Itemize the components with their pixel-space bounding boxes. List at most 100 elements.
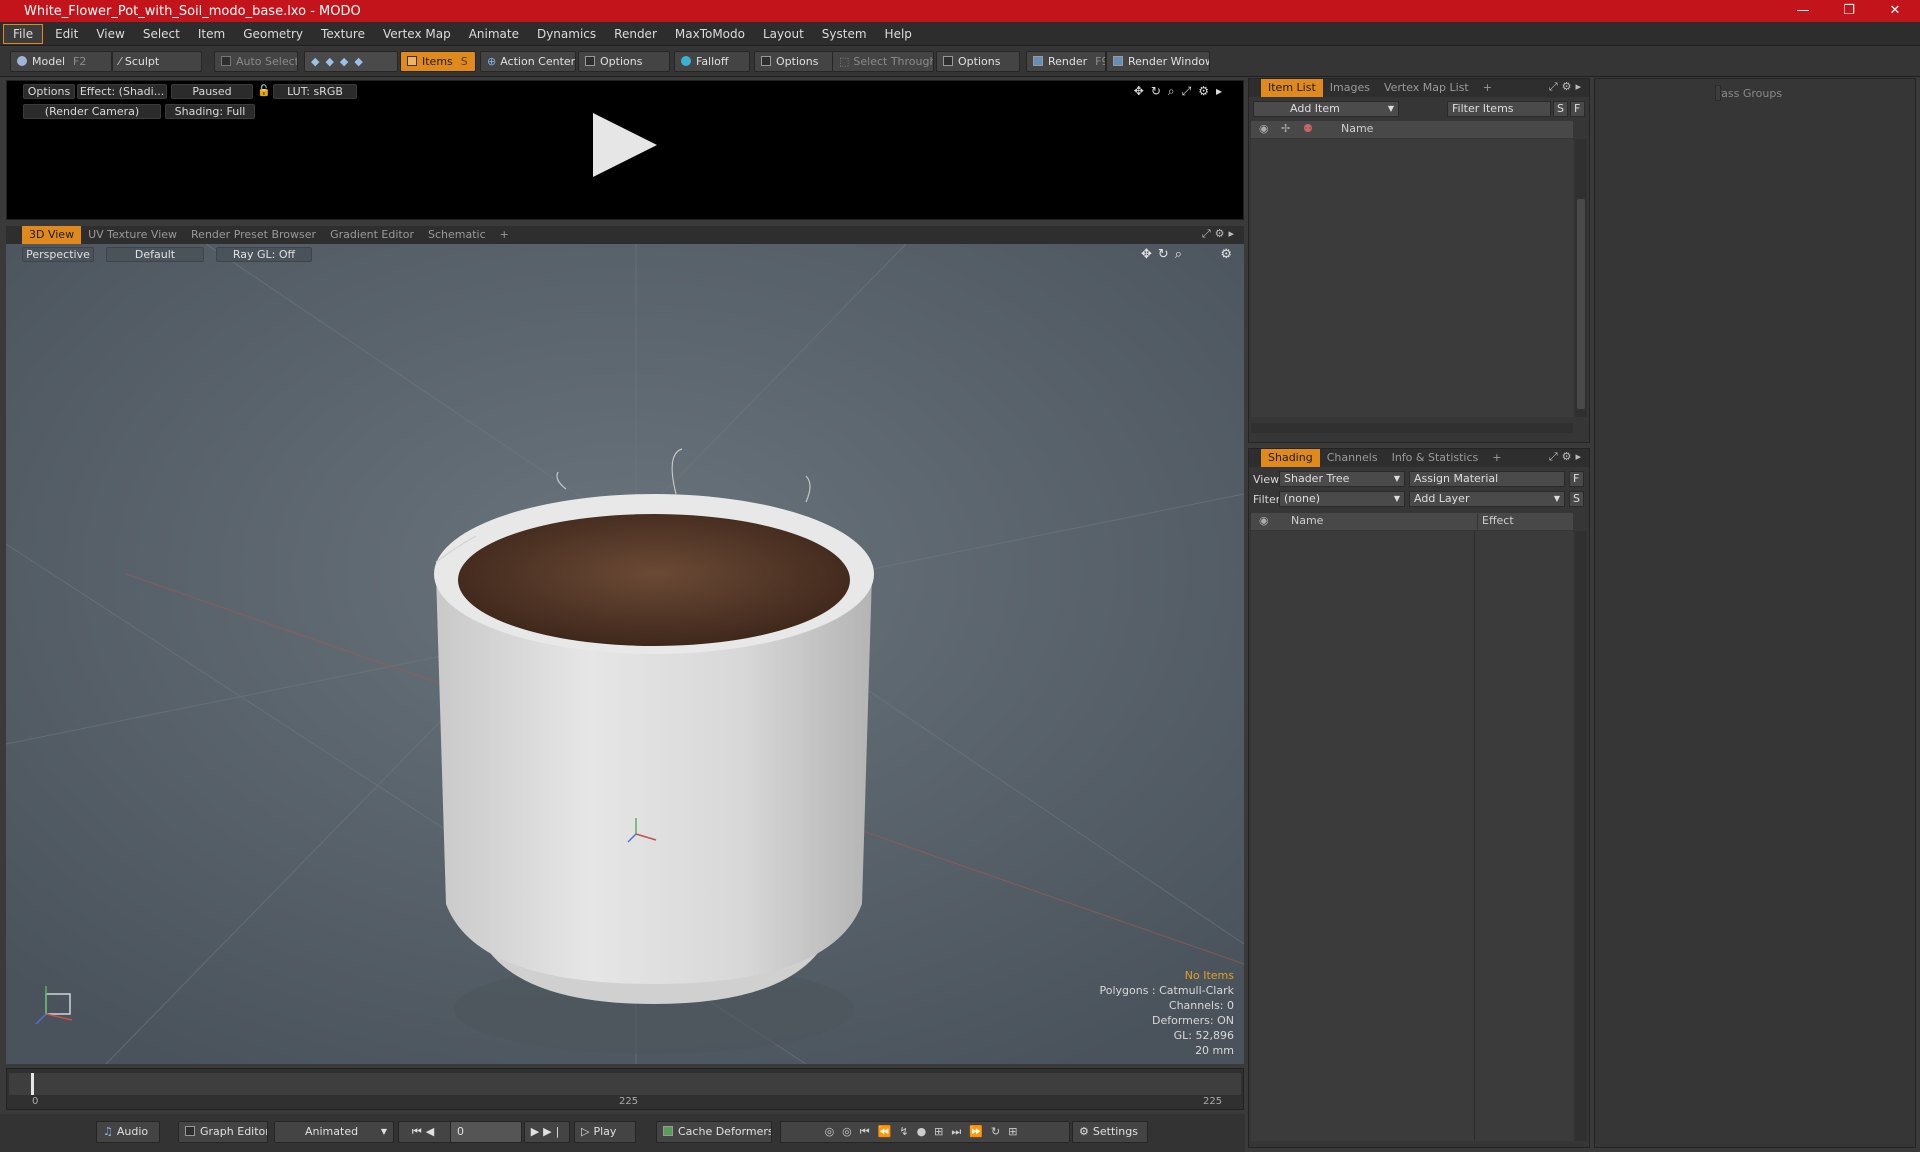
graph-editor-button[interactable]: Graph Editor: [178, 1121, 268, 1143]
settings-button[interactable]: ⚙ Settings: [1072, 1121, 1148, 1143]
menu-dynamics[interactable]: Dynamics: [528, 22, 605, 46]
tab-gradient-editor[interactable]: Gradient Editor: [323, 226, 421, 244]
perspective-dropdown[interactable]: Perspective: [22, 247, 94, 262]
items-mode-button[interactable]: Items S: [400, 51, 476, 72]
play-icon[interactable]: [593, 113, 657, 177]
lut-dropdown[interactable]: LUT: sRGB: [273, 84, 357, 99]
add-tab-icon[interactable]: +: [1476, 79, 1499, 97]
add-tab-icon[interactable]: +: [1485, 449, 1508, 467]
main-toolbar: Model F2 ⁄ Sculpt Auto Select ◆◆◆◆ Items S …: [0, 47, 1920, 77]
tab-vertex-map-list[interactable]: Vertex Map List: [1377, 79, 1476, 97]
menu-item[interactable]: Item: [189, 22, 234, 46]
play-button[interactable]: ▷ Play: [574, 1121, 636, 1143]
close-icon[interactable]: ✕: [1872, 0, 1918, 22]
effect-dropdown[interactable]: Effect: (Shadi...: [77, 84, 167, 99]
model-mode-button[interactable]: Model F2: [10, 51, 112, 72]
tab-item-list[interactable]: Item List: [1261, 79, 1323, 97]
render-camera-dropdown[interactable]: (Render Camera): [23, 104, 161, 119]
menu-help[interactable]: Help: [876, 22, 921, 46]
menu-maxtomodo[interactable]: MaxToModo: [666, 22, 754, 46]
scrollbar-thumb[interactable]: [1577, 199, 1585, 409]
item-list-hscrollbar[interactable]: [1251, 423, 1573, 433]
viewport-settings-icon[interactable]: ⚙: [1220, 247, 1232, 262]
tab-info-statistics[interactable]: Info & Statistics: [1385, 449, 1486, 467]
key-transport-icons[interactable]: ◎◎⏮⏪↯●⊞⏭⏩↻⊞: [780, 1121, 1070, 1143]
add-item-dropdown[interactable]: Add Item ▼: [1253, 101, 1399, 117]
tab-shading[interactable]: Shading: [1261, 449, 1320, 467]
shader-tree-scrollbar[interactable]: [1575, 531, 1587, 1141]
falloff-button[interactable]: Falloff: [674, 51, 750, 72]
tab-images[interactable]: Images: [1323, 79, 1377, 97]
menu-system[interactable]: System: [813, 22, 876, 46]
filter-dropdown[interactable]: (none) ▼: [1279, 491, 1405, 507]
filter-f-button[interactable]: F: [1570, 101, 1585, 117]
menu-animate[interactable]: Animate: [460, 22, 528, 46]
options-checkbox: [761, 56, 771, 66]
add-tab-icon[interactable]: +: [493, 226, 516, 244]
minimize-icon[interactable]: —: [1780, 0, 1826, 22]
timeline-ruler[interactable]: [9, 1073, 1241, 1095]
viewport-nav-icons[interactable]: ✥↻⌕: [1141, 247, 1188, 262]
restore-icon[interactable]: ❐: [1826, 0, 1872, 22]
tab-3d-view[interactable]: 3D View: [22, 226, 82, 244]
step-forward-buttons[interactable]: ▶▶|: [524, 1121, 570, 1143]
timeline[interactable]: 0 225 225: [6, 1068, 1244, 1110]
add-layer-dropdown[interactable]: Add Layer ▼: [1409, 491, 1565, 507]
menu-geometry[interactable]: Geometry: [234, 22, 312, 46]
falloff-options-button[interactable]: Options: [754, 51, 834, 72]
action-center-button[interactable]: ⊕ Action Center: [480, 51, 576, 72]
skip-back-buttons[interactable]: ⏮◀: [398, 1121, 452, 1143]
menu-edit[interactable]: Edit: [46, 22, 87, 46]
tab-uv-texture-view[interactable]: UV Texture View: [81, 226, 184, 244]
3d-viewport[interactable]: Perspective Default Ray GL: Off ✥↻⌕ ⚙ No…: [6, 244, 1244, 1064]
tab-schematic[interactable]: Schematic: [421, 226, 493, 244]
tab-render-preset-browser[interactable]: Render Preset Browser: [184, 226, 323, 244]
preview-options-button[interactable]: Options: [23, 84, 75, 99]
filter-items-input[interactable]: Filter Items: [1447, 101, 1551, 117]
menu-view[interactable]: View: [87, 22, 133, 46]
shading-dropdown[interactable]: Shading: Full: [165, 104, 255, 119]
assign-f-button[interactable]: F: [1569, 471, 1584, 487]
items-icon: [407, 56, 417, 66]
item-list-scrollbar[interactable]: [1575, 139, 1587, 417]
auto-select-button[interactable]: Auto Select: [214, 51, 298, 72]
shader-tree[interactable]: [1251, 531, 1573, 1141]
frame-input[interactable]: 0: [450, 1121, 522, 1143]
menu-render[interactable]: Render: [605, 22, 666, 46]
menu-vertex-map[interactable]: Vertex Map: [374, 22, 460, 46]
audio-button[interactable]: ♫ Audio: [96, 1121, 160, 1143]
default-dropdown[interactable]: Default: [106, 247, 204, 262]
render-button[interactable]: RenderF9: [1026, 51, 1106, 72]
tab-channels[interactable]: Channels: [1320, 449, 1385, 467]
select-through-options-button[interactable]: Options: [936, 51, 1020, 72]
transport-bar: ♫ Audio Graph Editor Animated ▼ ⏮◀ 0 ▶▶| ▷…: [0, 1114, 1245, 1152]
timeline-playhead[interactable]: [31, 1073, 34, 1095]
preview-nav-icons[interactable]: ✥↻⌕⤢⚙▸: [1134, 84, 1229, 99]
action-center-options-button[interactable]: Options: [578, 51, 670, 72]
select-through-button[interactable]: ⬚ Select Through: [832, 51, 934, 72]
menu-file[interactable]: File: [3, 23, 44, 44]
sculpt-mode-button[interactable]: ⁄ Sculpt: [112, 51, 202, 72]
selection-mode-icons[interactable]: ◆◆◆◆: [304, 51, 398, 72]
raygl-dropdown[interactable]: Ray GL: Off: [216, 247, 312, 262]
render-preview[interactable]: Options Effect: (Shadi... Paused 🔓 LUT: …: [6, 80, 1244, 220]
menu-texture[interactable]: Texture: [312, 22, 374, 46]
visibility-column-icon: ◉: [1259, 514, 1269, 527]
filter-s-button[interactable]: S: [1553, 101, 1568, 117]
menu-select[interactable]: Select: [134, 22, 189, 46]
render-window-button[interactable]: Render Window: [1106, 51, 1210, 72]
lock-icon[interactable]: 🔓: [257, 84, 271, 97]
animated-dropdown[interactable]: Animated ▼: [274, 1121, 394, 1143]
paused-toggle[interactable]: Paused: [171, 84, 253, 99]
menu-bar: File Edit View Select Item Geometry Text…: [0, 22, 1920, 46]
viewport-expand-icons[interactable]: ⤢⚙▸: [1202, 227, 1238, 241]
panel-expand-icons[interactable]: ⤢⚙▸: [1549, 80, 1585, 94]
view-dropdown[interactable]: Shader Tree ▼: [1279, 471, 1405, 487]
item-list-tree[interactable]: [1251, 139, 1573, 417]
assign-material-input[interactable]: Assign Material: [1409, 471, 1565, 487]
cache-deformers-button[interactable]: Cache Deformers: [656, 1121, 772, 1143]
hud-unit: 20 mm: [1195, 1044, 1234, 1057]
panel-expand-icons[interactable]: ⤢⚙▸: [1549, 450, 1585, 464]
menu-layout[interactable]: Layout: [754, 22, 813, 46]
add-layer-s-button[interactable]: S: [1569, 491, 1584, 507]
